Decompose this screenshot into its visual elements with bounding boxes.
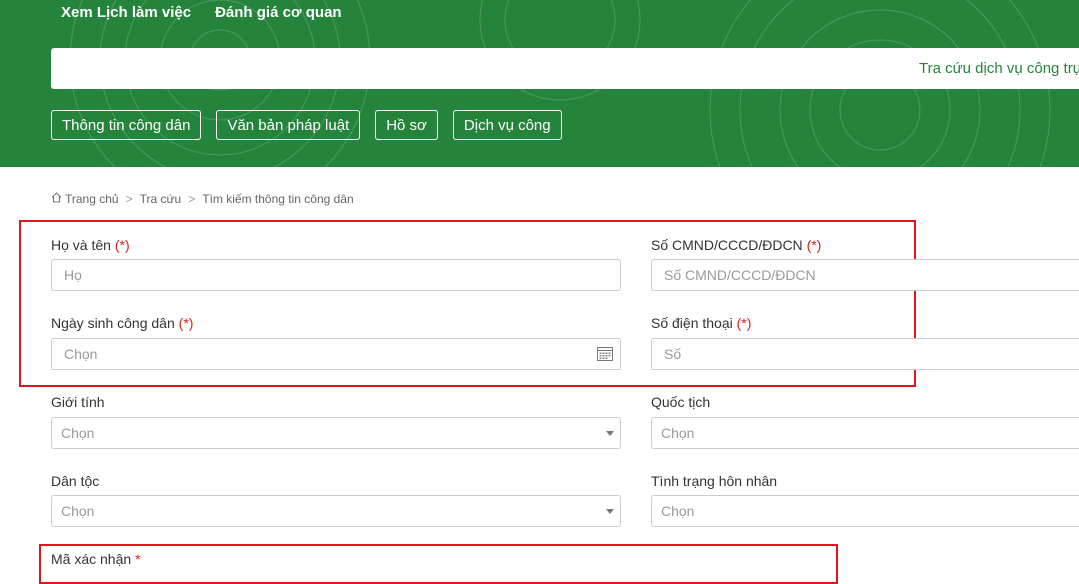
category-van-ban-phap-luat[interactable]: Văn bản pháp luật	[216, 110, 361, 140]
breadcrumb-current: Tìm kiếm thông tin công dân	[202, 192, 354, 206]
hon-nhan-placeholder: Chọn	[661, 503, 695, 519]
required-mark: (*)	[178, 315, 194, 331]
calendar-icon[interactable]	[597, 346, 613, 366]
ho-ten-placeholder: Họ	[64, 267, 82, 283]
highlight-captcha	[39, 544, 838, 584]
category-ho-so[interactable]: Hồ sơ	[375, 110, 438, 140]
gioi-tinh-select[interactable]: Chọn	[51, 417, 621, 449]
label-dan-toc: Dân tộc	[51, 473, 100, 489]
quoc-tich-placeholder: Chọn	[661, 425, 695, 441]
label-ngay-sinh: Ngày sinh công dân (*)	[51, 315, 194, 331]
dan-toc-select[interactable]: Chọn	[51, 495, 621, 527]
so-dien-thoai-placeholder: Số	[664, 346, 682, 362]
label-ho-ten: Họ và tên (*)	[51, 237, 130, 253]
nav-danh-gia[interactable]: Đánh giá cơ quan	[215, 4, 342, 22]
search-input[interactable]	[51, 48, 888, 89]
site-header: Xem Lịch làm việc Đánh giá cơ quan Tra c…	[0, 0, 1079, 167]
caret-down-icon	[606, 431, 614, 436]
gioi-tinh-placeholder: Chọn	[61, 425, 95, 441]
label-gioi-tinh: Giới tính	[51, 394, 105, 410]
breadcrumb-home[interactable]: Trang chủ	[65, 192, 119, 206]
search-bar: Tra cứu dịch vụ công trực tuyến	[51, 48, 1079, 89]
label-so-dien-thoai: Số điện thoại (*)	[651, 315, 752, 331]
home-icon[interactable]	[51, 192, 62, 206]
required-mark: (*)	[806, 237, 822, 253]
cmnd-input[interactable]: Số CMND/CCCD/ĐDCN	[651, 259, 1079, 291]
hon-nhan-select[interactable]: Chọn	[651, 495, 1079, 527]
breadcrumb-separator: >	[125, 192, 133, 206]
category-thong-tin-cong-dan[interactable]: Thông tin công dân	[51, 110, 202, 140]
label-quoc-tich: Quốc tịch	[651, 394, 711, 410]
category-dich-vu-cong[interactable]: Dịch vụ công	[452, 110, 562, 140]
top-nav: Xem Lịch làm việc Đánh giá cơ quan	[61, 4, 342, 22]
breadcrumb-tra-cuu[interactable]: Tra cứu	[140, 192, 182, 206]
breadcrumb: Trang chủ > Tra cứu > Tìm kiếm thông tin…	[51, 191, 354, 207]
dan-toc-placeholder: Chọn	[61, 503, 95, 519]
ho-ten-input[interactable]: Họ	[51, 259, 621, 291]
breadcrumb-separator: >	[188, 192, 196, 206]
caret-down-icon	[606, 509, 614, 514]
ngay-sinh-placeholder: Chọn	[64, 346, 98, 362]
label-ma-xac-nhan: Mã xác nhận *	[51, 551, 141, 567]
label-cmnd: Số CMND/CCCD/ĐDCN (*)	[651, 237, 822, 253]
so-dien-thoai-input[interactable]: Số	[651, 338, 1079, 370]
nav-xem-lich[interactable]: Xem Lịch làm việc	[61, 4, 191, 22]
required-mark: (*)	[736, 315, 752, 331]
required-mark: *	[135, 551, 141, 567]
category-buttons: Thông tin công dân Văn bản pháp luật Hồ …	[51, 110, 562, 140]
quoc-tich-select[interactable]: Chọn	[651, 417, 1079, 449]
cmnd-placeholder: Số CMND/CCCD/ĐDCN	[664, 267, 816, 283]
ngay-sinh-datepicker[interactable]: Chọn	[51, 338, 621, 370]
search-button[interactable]: Tra cứu dịch vụ công trực tuyến	[888, 48, 1079, 89]
required-mark: (*)	[114, 237, 130, 253]
label-hon-nhan: Tình trạng hôn nhân	[651, 473, 778, 489]
